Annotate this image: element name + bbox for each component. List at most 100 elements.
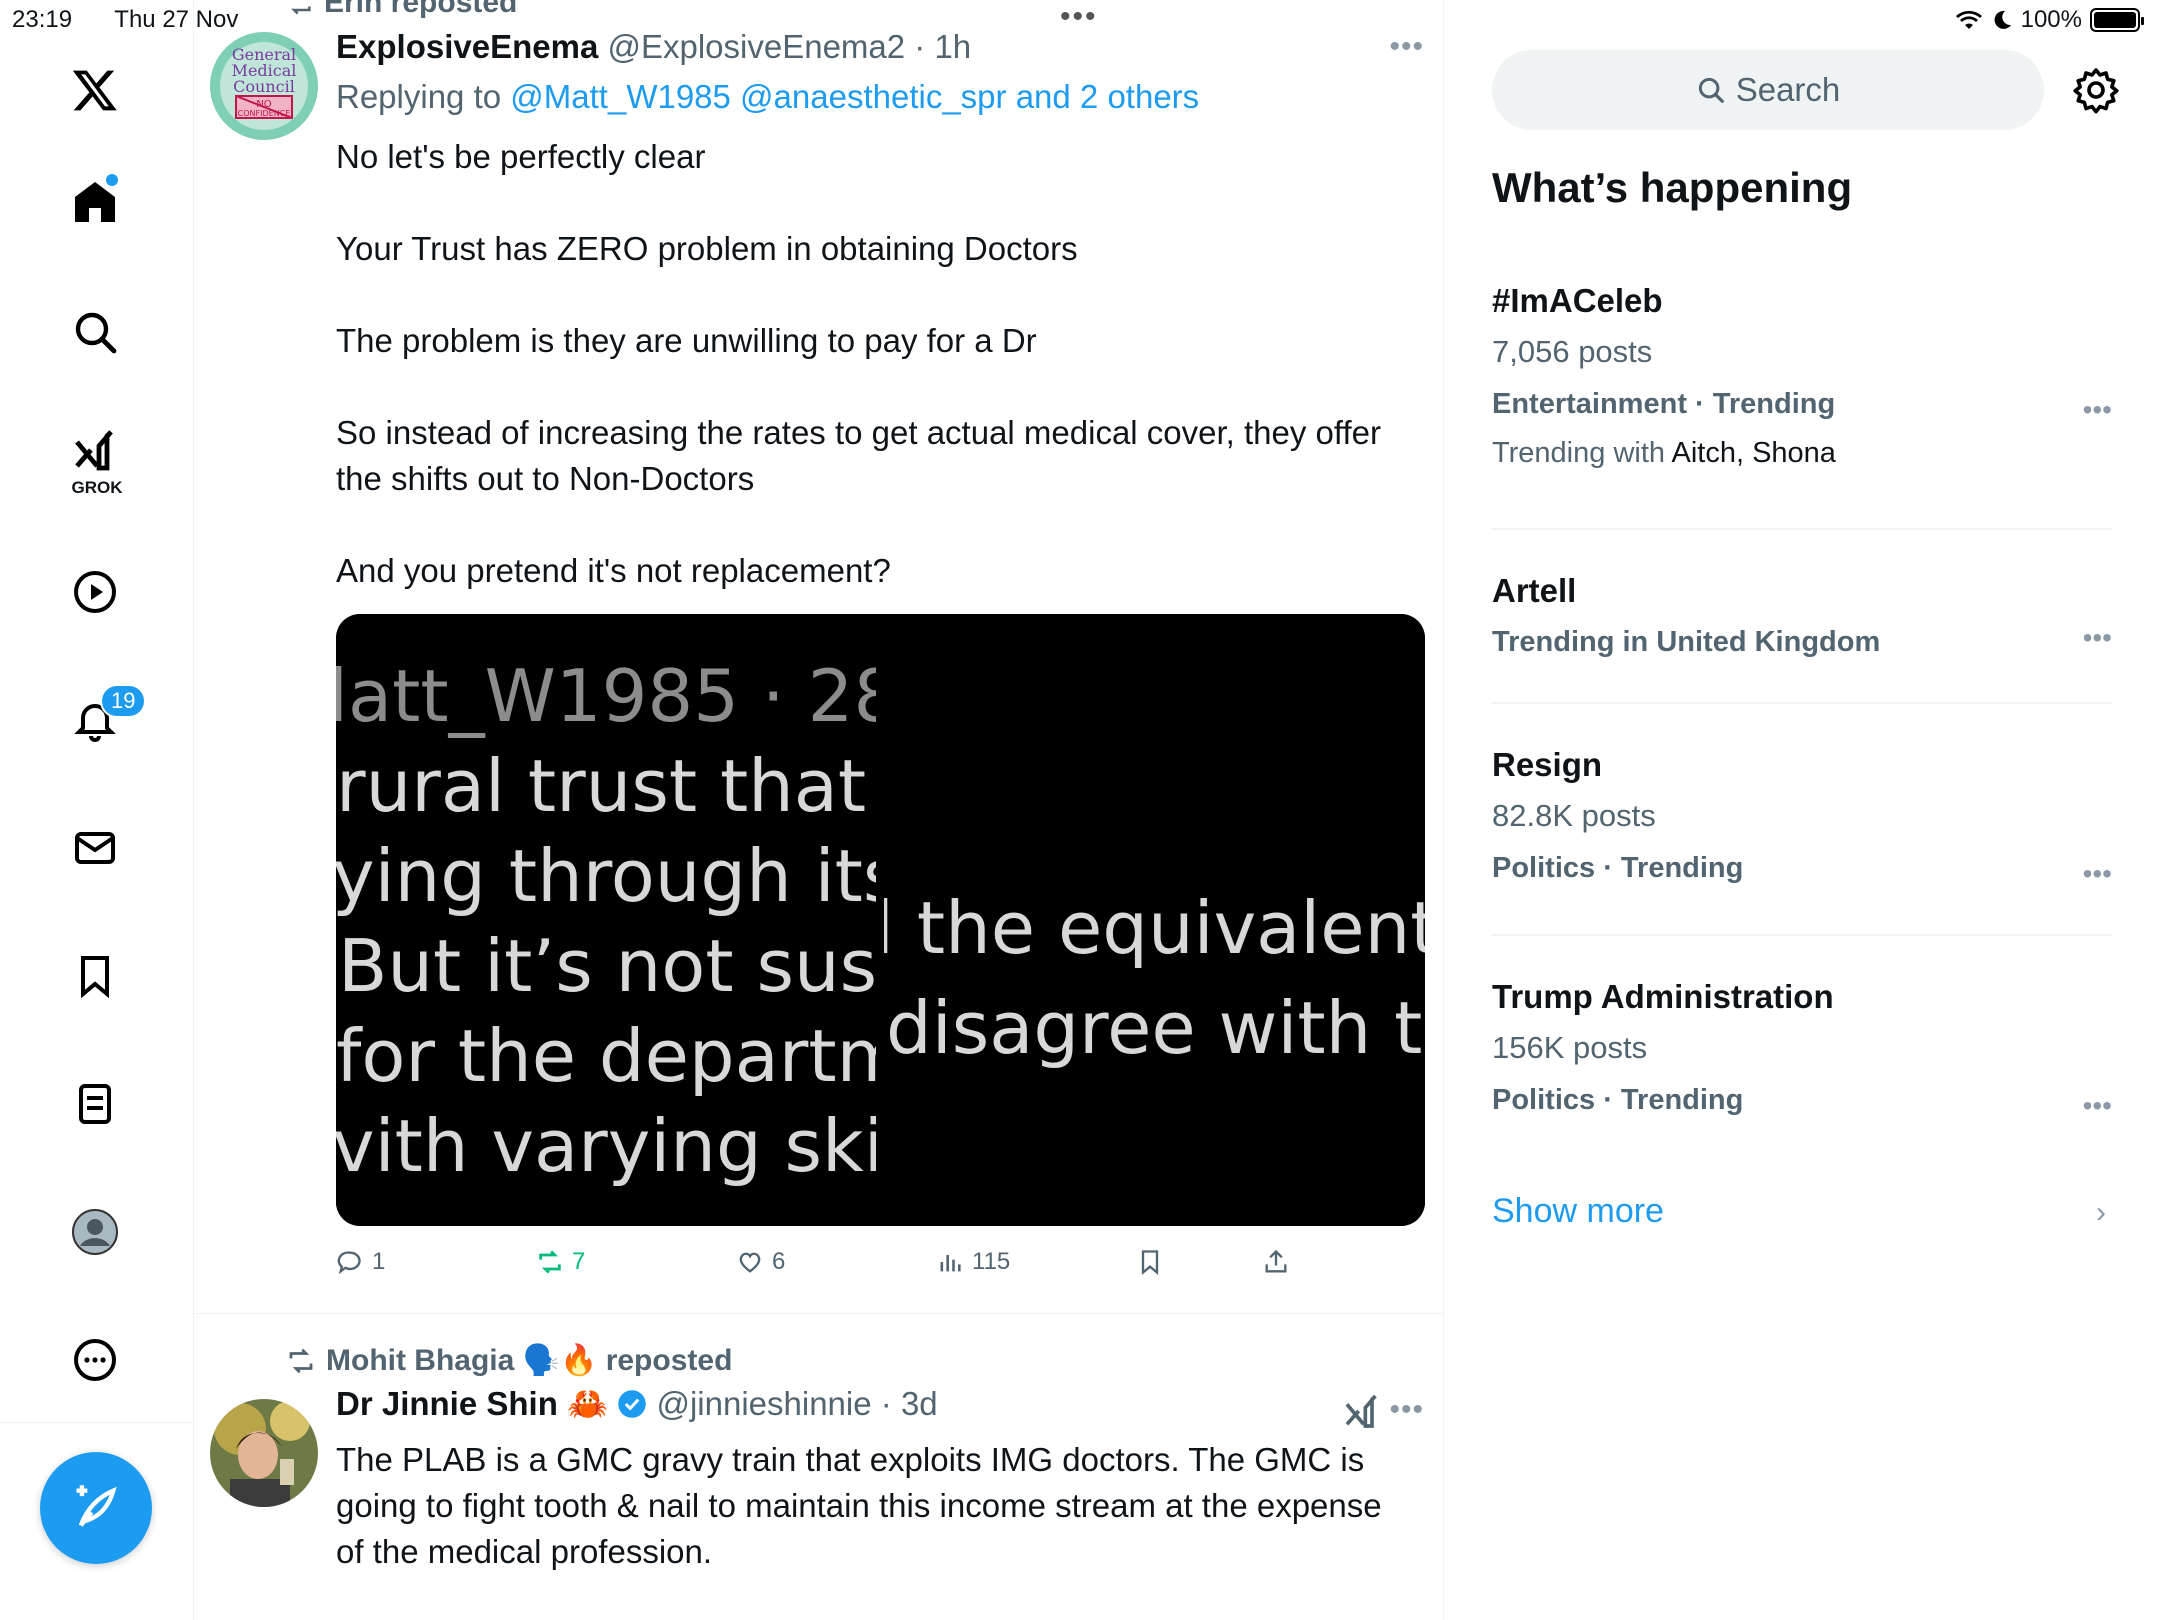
tweet-time[interactable]: 1h [934, 28, 971, 65]
show-more-link[interactable]: Show more [1492, 1192, 1664, 1231]
trend-with-prefix: Trending with [1492, 437, 1666, 469]
trend-category: Entertainment · Trending [1492, 388, 1836, 420]
author-handle[interactable]: @jinnieshinnie [656, 1385, 871, 1422]
timeline-feed: Erin reposted General Medical Council NO… [194, 0, 1444, 1620]
media-text-line: But it’s not sustair [338, 924, 876, 1008]
media-image-right[interactable]: l the equivalent disagree with th [884, 614, 1425, 1226]
tweet-actions: 1 7 6 115 [336, 1248, 1396, 1278]
share-button[interactable] [1262, 1248, 1290, 1276]
trend-with-names[interactable]: Aitch, Shona [1671, 437, 1835, 469]
left-nav: GROK 19 [0, 0, 194, 1620]
tweet-body: The PLAB is a GMC gravy train that explo… [336, 1441, 1382, 1570]
view-count: 115 [972, 1248, 1011, 1275]
trend-category: Trending in United Kingdom [1492, 626, 1881, 658]
replying-to: Replying to @Matt_W1985 @anaesthetic_spr… [336, 78, 1199, 116]
tweet-more-icon[interactable]: ••• [1389, 30, 1424, 64]
home-icon[interactable] [55, 162, 135, 242]
trend-divider [1492, 702, 2112, 704]
tweet-more-icon[interactable]: ••• [1389, 1393, 1424, 1427]
bookmarks-icon[interactable] [55, 936, 135, 1016]
profile-avatar-icon[interactable] [55, 1192, 135, 1272]
bookmark-icon [1141, 1250, 1159, 1275]
views-chart-icon [940, 1255, 961, 1272]
media-image-left[interactable]: latt_W1985 · 28 Ja rural trust that str … [336, 614, 876, 1226]
author-avatar[interactable]: General Medical Council NO CONFIDENCE [210, 32, 318, 140]
svg-text:Council: Council [233, 77, 295, 96]
home-unread-dot [106, 174, 118, 186]
media-text-line: latt_W1985 · 28 Ja [336, 654, 876, 738]
repost-button[interactable]: 7 [536, 1248, 585, 1276]
reply-icon [337, 1251, 361, 1275]
trend-item[interactable]: Resign 82.8K posts Politics · Trending •… [1492, 746, 2112, 889]
author-name[interactable]: ExplosiveEnema [336, 28, 598, 65]
tweet-header: ExplosiveEnema @ExplosiveEnema2 · 1h [336, 28, 972, 65]
trend-divider [1492, 934, 2112, 936]
search-input[interactable]: Search [1492, 50, 2044, 130]
search-icon [1698, 77, 1724, 103]
trend-name: Artell [1492, 572, 1577, 609]
views-button[interactable]: 115 [936, 1248, 1010, 1276]
right-sidebar: Search What’s happening #ImACeleb 7,056 … [1444, 0, 2160, 1620]
trend-item[interactable]: Trump Administration 156K posts Politics… [1492, 978, 2112, 1121]
repost-by-text: Erin reposted [324, 0, 518, 19]
repost-count: 7 [572, 1248, 586, 1275]
media-text-line: rural trust that str [336, 744, 876, 828]
author-name[interactable]: Dr Jinnie Shin 🦀 [336, 1385, 608, 1422]
search-icon[interactable] [55, 292, 135, 372]
tweet-text-line: The problem is they are unwilling to pay… [336, 322, 1037, 359]
notifications-badge: 19 [100, 684, 147, 718]
more-options-icon[interactable] [55, 1320, 135, 1400]
tweet-text-line: No let's be perfectly clear [336, 138, 706, 175]
trend-name: Trump Administration [1492, 978, 1834, 1015]
tweet-text-line: And you pretend it's not replacement? [336, 552, 891, 589]
lists-icon[interactable] [55, 1064, 135, 1144]
trend-category: Politics · Trending [1492, 1084, 1744, 1116]
trend-name: #ImACeleb [1492, 282, 1663, 319]
compose-feather-icon [76, 1485, 117, 1527]
chevron-right-icon: › [2096, 1196, 2106, 1229]
tweet-header: Dr Jinnie Shin 🦀 @jinnieshinnie · 3d [336, 1385, 938, 1422]
trend-item[interactable]: #ImACeleb 7,056 posts Entertainment · Tr… [1492, 282, 2112, 470]
author-handle[interactable]: @ExplosiveEnema2 [607, 28, 905, 65]
gmc-logo-avatar: General Medical Council NO CONFIDENCE [210, 32, 318, 140]
tweet[interactable]: Erin reposted General Medical Council NO… [194, 0, 1443, 1314]
media-text-line: disagree with th [886, 986, 1425, 1070]
trend-posts: 82.8K posts [1492, 798, 1656, 833]
search-placeholder: Search [1735, 71, 1841, 108]
repost-by-text: Mohit Bhagia 🗣️🔥 reposted [326, 1344, 733, 1377]
trend-posts: 7,056 posts [1492, 334, 1653, 369]
repost-indicator: Erin reposted [286, 0, 517, 20]
like-button[interactable]: 6 [736, 1248, 785, 1276]
trend-more-icon[interactable]: ••• [2083, 858, 2112, 890]
trend-item[interactable]: Artell Trending in United Kingdom ••• [1492, 572, 2112, 659]
x-logo-icon[interactable] [55, 50, 135, 130]
trend-more-icon[interactable]: ••• [2083, 394, 2112, 426]
trend-divider [1492, 528, 2112, 530]
grok-explain-icon[interactable] [1342, 1391, 1382, 1431]
media-text-line: ying through its no [336, 834, 876, 918]
replying-links[interactable]: @Matt_W1985 @anaesthetic_spr and 2 other… [510, 78, 1199, 115]
repost-icon [289, 1348, 313, 1373]
reply-button[interactable]: 1 [336, 1248, 385, 1276]
trend-more-icon[interactable]: ••• [2083, 1090, 2112, 1122]
author-avatar[interactable] [210, 1399, 318, 1507]
video-play-icon[interactable] [55, 552, 135, 632]
trend-name: Resign [1492, 746, 1603, 783]
trend-with: Trending with Aitch, Shona [1492, 437, 2112, 470]
compose-post-button[interactable] [40, 1452, 152, 1564]
tweet[interactable]: Mohit Bhagia 🗣️🔥 reposted Dr Jinnie Shin… [194, 1315, 1443, 1620]
trend-category: Politics · Trending [1492, 852, 1744, 884]
share-icon [1265, 1249, 1287, 1273]
bookmark-button[interactable] [1136, 1248, 1164, 1276]
heart-icon [739, 1252, 761, 1273]
like-count: 6 [772, 1248, 786, 1275]
settings-gear-icon[interactable] [2072, 66, 2120, 114]
grok-label: GROK [71, 478, 123, 497]
repost-icon [539, 1250, 561, 1274]
messages-envelope-icon[interactable] [55, 808, 135, 888]
trend-more-icon[interactable]: ••• [2083, 622, 2112, 654]
user-photo-avatar [210, 1399, 318, 1507]
tweet-time[interactable]: 3d [901, 1385, 938, 1422]
tweet-media[interactable]: latt_W1985 · 28 Ja rural trust that str … [336, 614, 1425, 1226]
nav-divider [0, 1422, 194, 1423]
